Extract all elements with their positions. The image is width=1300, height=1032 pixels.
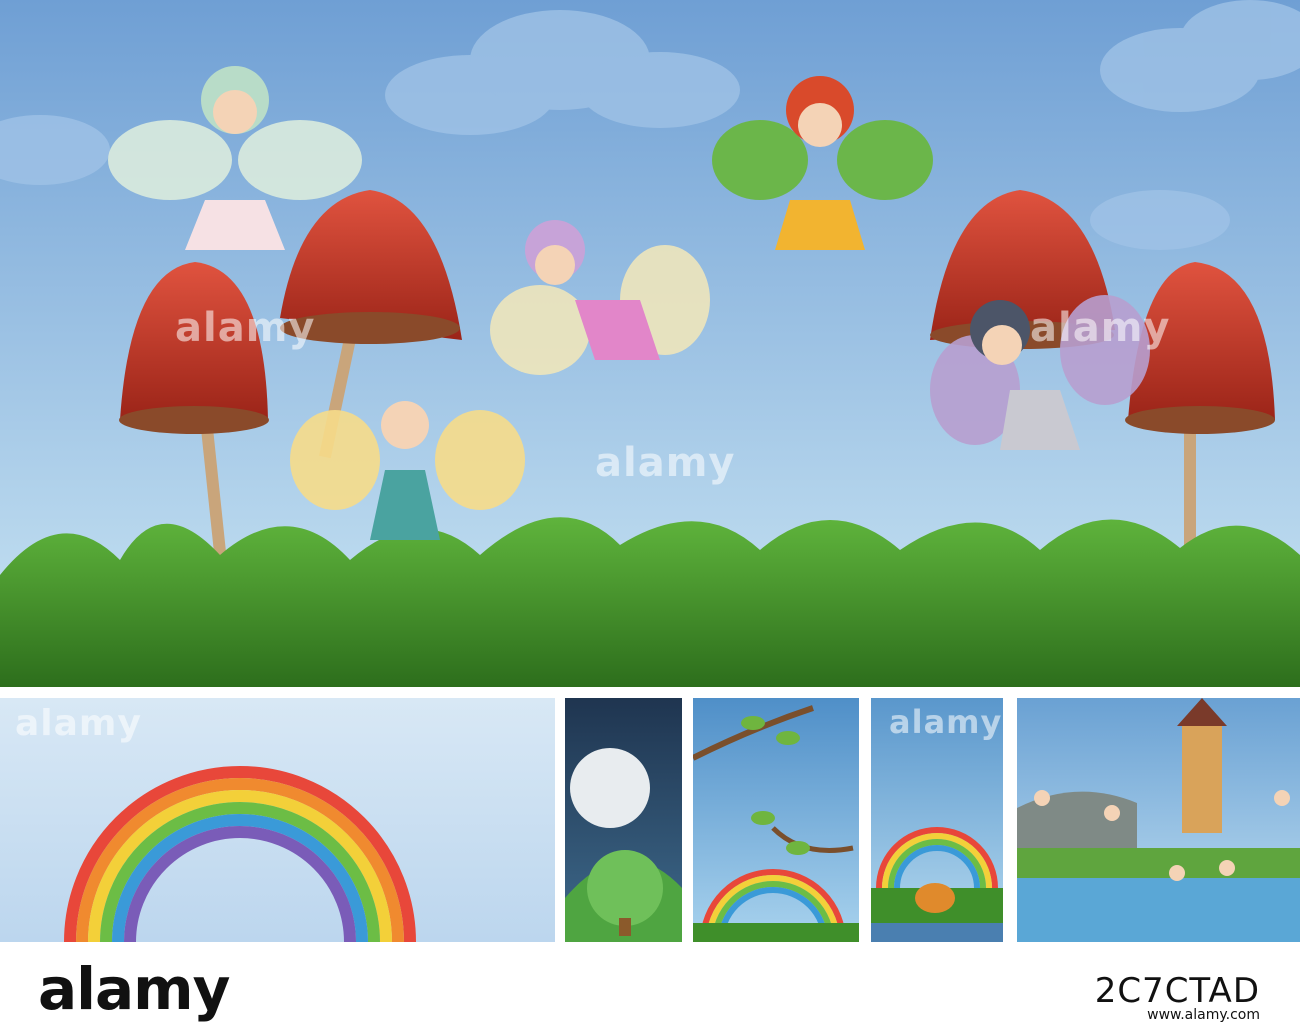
castle-lake-illustration bbox=[1017, 698, 1300, 942]
alamy-logo: alamy bbox=[38, 955, 230, 1023]
watermark-main-2: alamy bbox=[595, 440, 736, 486]
rainbow-sky-panel: alamy bbox=[0, 698, 555, 942]
branch-rainbow-illustration bbox=[693, 705, 859, 942]
watermark-pumpkin: alamy bbox=[889, 703, 1003, 741]
night-scene-illustration bbox=[565, 748, 682, 942]
stock-footer: alamy 2C7CTAD www.alamy.com bbox=[0, 945, 1300, 1032]
grass bbox=[0, 517, 1300, 687]
tree-rainbow-panel bbox=[693, 698, 859, 942]
watermark-rainbow: alamy bbox=[15, 703, 142, 744]
watermark-main-3: alamy bbox=[1030, 305, 1171, 351]
moon-icon bbox=[570, 748, 650, 828]
site-url: www.alamy.com bbox=[1147, 1007, 1260, 1023]
fairy-castle-panel bbox=[1017, 698, 1300, 942]
night-moon-panel bbox=[565, 698, 682, 942]
watermark-main-1: alamy bbox=[175, 305, 316, 351]
rainbow-pumpkin-panel: alamy bbox=[871, 698, 1003, 942]
main-fairy-scene: alamy alamy alamy bbox=[0, 0, 1300, 687]
image-id: 2C7CTAD bbox=[1094, 971, 1260, 1011]
